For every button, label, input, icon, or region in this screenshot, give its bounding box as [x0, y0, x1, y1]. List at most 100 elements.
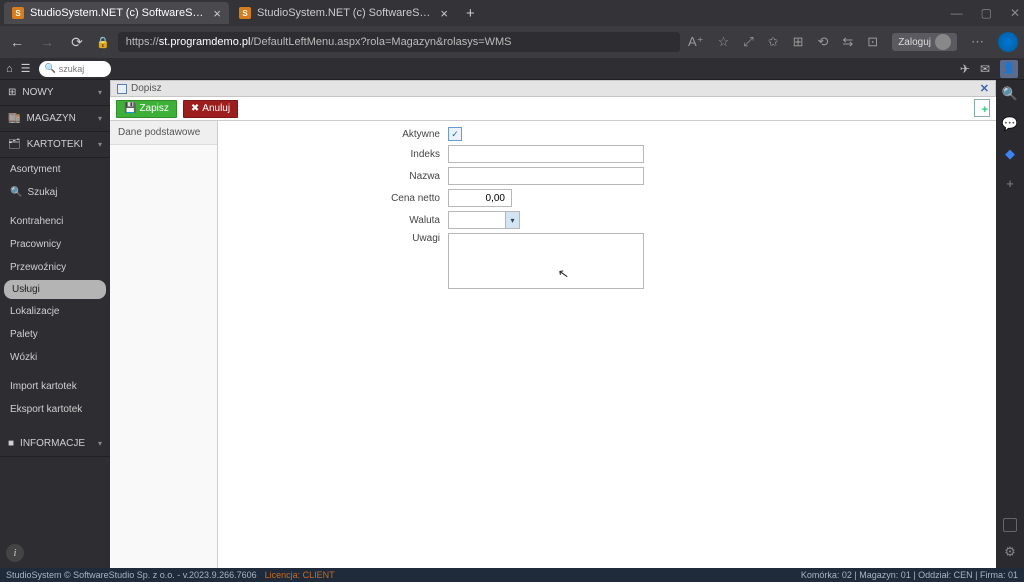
sidebar-item-szukaj[interactable]: 🔍 Szukaj [0, 181, 110, 204]
star-icon[interactable]: ☆ [718, 34, 730, 50]
close-icon[interactable]: × [213, 6, 221, 21]
app-search[interactable]: 🔍 [39, 61, 111, 77]
lock-icon: 🔒 [96, 36, 110, 49]
checkbox-aktywne[interactable]: ✓ [448, 127, 462, 141]
tab-dane-podstawowe[interactable]: Dane podstawowe [110, 121, 217, 145]
bing-icon[interactable] [998, 32, 1018, 52]
collections-icon[interactable]: ⊞ [793, 34, 804, 50]
login-button[interactable]: Zaloguj [892, 33, 957, 51]
extensions-icon[interactable]: ⊡ [867, 34, 878, 50]
close-icon[interactable]: × [440, 6, 448, 21]
url-prefix: https:// [126, 36, 159, 48]
panel-doc-icon [117, 84, 127, 94]
refresh-button[interactable]: ⟳ [66, 34, 88, 51]
translate-icon[interactable]: ⤢ [743, 34, 753, 50]
browser-tab-inactive[interactable]: S StudioSystem.NET (c) SoftwareS… × [231, 2, 456, 24]
sidebar-section-magazyn[interactable]: 🏬 MAGAZYN ▾ [0, 106, 110, 132]
section-label: KARTOTEKI [27, 139, 83, 150]
label-aktywne: Aktywne [230, 129, 448, 140]
input-indeks[interactable] [448, 145, 644, 163]
form-left-tabs: Dane podstawowe [110, 121, 218, 568]
sidebar-item-pracownicy[interactable]: Pracownicy [0, 233, 110, 256]
chevron-down-icon: ▾ [98, 88, 102, 97]
address-bar[interactable]: https://st.programdemo.pl/DefaultLeftMen… [118, 32, 680, 52]
content-area: Dopisz ✕ 💾 Zapisz ✖ Anuluj Dane podstawo… [110, 80, 996, 568]
sidebar-item-palety[interactable]: Palety [0, 323, 110, 346]
add-icon[interactable]: + [1006, 176, 1014, 191]
sidebar-item-asortyment[interactable]: Asortyment [0, 158, 110, 181]
read-aloud-icon[interactable]: A⁺ [688, 34, 704, 50]
cancel-label: Anuluj [202, 103, 230, 114]
textarea-uwagi[interactable] [448, 233, 644, 289]
sidebar-item-przewoznicy[interactable]: Przewoźnicy [0, 256, 110, 279]
warehouse-icon: 🏬 [8, 113, 20, 124]
new-tab-button[interactable]: + [458, 5, 483, 22]
plane-icon[interactable]: ✈ [960, 62, 970, 76]
browser-tab-active[interactable]: S StudioSystem.NET (c) SoftwareS… × [4, 2, 229, 24]
settings-icon[interactable]: ⚙ [1004, 544, 1016, 560]
mail-icon[interactable]: ✉ [980, 62, 990, 76]
item-label: Import kartotek [10, 381, 77, 392]
panel-header: Dopisz ✕ [110, 80, 996, 97]
input-cena-netto[interactable] [448, 189, 512, 207]
label-cena-netto: Cena netto [230, 193, 448, 204]
form-fields: Aktywne ✓ Indeks Nazwa Cena netto Waluta [218, 121, 996, 568]
avatar-icon [935, 34, 951, 50]
cancel-button[interactable]: ✖ Anuluj [183, 100, 238, 118]
select-waluta[interactable]: ▾ [448, 211, 520, 229]
apps-icon[interactable]: ◆ [1005, 146, 1015, 162]
chevron-down-icon: ▾ [98, 140, 102, 149]
sidebar-section-informacje[interactable]: ■ INFORMACJE ▾ [0, 431, 110, 457]
sidebar-item-kontrahenci[interactable]: Kontrahenci [0, 210, 110, 233]
close-window-icon[interactable]: ✕ [1010, 6, 1020, 20]
sidebar-item-wozki[interactable]: Wózki [0, 346, 110, 369]
footer-copyright: StudioSystem © SoftwareStudio Sp. z o.o.… [6, 570, 257, 580]
save-icon: 💾 [124, 103, 136, 114]
label-indeks: Indeks [230, 149, 448, 160]
info-icon[interactable]: i [6, 544, 24, 562]
input-nazwa[interactable] [448, 167, 644, 185]
section-label: NOWY [22, 87, 53, 98]
more-icon[interactable]: ⋯ [971, 34, 984, 50]
sidebar-item-import-kartotek[interactable]: Import kartotek [0, 375, 110, 398]
sidebar-item-uslugi[interactable]: Usługi [4, 280, 106, 299]
sidebar-item-lokalizacje[interactable]: Lokalizacje [0, 300, 110, 323]
login-label: Zaloguj [898, 37, 931, 48]
sidebar-item-eksport-kartotek[interactable]: Eksport kartotek [0, 398, 110, 421]
sidebar: ⊞ NOWY ▾ 🏬 MAGAZYN ▾ 🗂 KARTOTEKI ▾ Asort… [0, 80, 110, 568]
back-button[interactable]: ← [6, 34, 28, 50]
user-avatar[interactable]: 👤 [1000, 60, 1018, 78]
history-icon[interactable]: ⟲ [817, 34, 828, 50]
label-uwagi: Uwagi [230, 233, 448, 244]
minimize-icon[interactable]: — [951, 6, 963, 20]
item-label: Lokalizacje [10, 306, 59, 317]
sidebar-section-nowy[interactable]: ⊞ NOWY ▾ [0, 80, 110, 106]
item-label: Wózki [10, 352, 37, 363]
footer-status: Komórka: 02 | Magazyn: 01 | Oddział: CEN… [801, 570, 1018, 580]
footer-licence: Licencja: CLIENT [265, 570, 335, 580]
item-label: Pracownicy [10, 239, 61, 250]
panel-close-icon[interactable]: ✕ [980, 82, 989, 95]
sidebar-section-kartoteki[interactable]: 🗂 KARTOTEKI ▾ [0, 132, 110, 158]
forward-button[interactable]: → [36, 34, 58, 50]
menu-icon[interactable]: ☰ [21, 62, 31, 75]
item-label: Kontrahenci [10, 216, 63, 227]
maximize-icon[interactable]: ▢ [981, 6, 992, 20]
sync-icon[interactable]: ⇆ [842, 34, 853, 50]
search-input[interactable] [59, 64, 107, 74]
doc-icon: ■ [8, 438, 14, 449]
new-record-button[interactable] [974, 99, 990, 117]
window-controls: — ▢ ✕ [951, 6, 1020, 20]
search-icon[interactable]: 🔍 [1002, 86, 1018, 102]
chat-icon[interactable]: 💬 [1002, 116, 1018, 132]
url-path: /DefaultLeftMenu.aspx?rola=Magazyn&rolas… [250, 36, 511, 48]
item-label: Eksport kartotek [10, 404, 82, 415]
save-button[interactable]: 💾 Zapisz [116, 100, 177, 118]
home-icon[interactable]: ⌂ [6, 63, 13, 75]
item-label: Przewoźnicy [10, 262, 66, 273]
tab-title: StudioSystem.NET (c) SoftwareS… [257, 7, 430, 19]
form-area: Dane podstawowe Aktywne ✓ Indeks Nazwa [110, 121, 996, 568]
favorites-icon[interactable]: ✩ [768, 34, 779, 50]
tab-title: StudioSystem.NET (c) SoftwareS… [30, 7, 203, 19]
panel-icon[interactable] [1003, 518, 1017, 532]
